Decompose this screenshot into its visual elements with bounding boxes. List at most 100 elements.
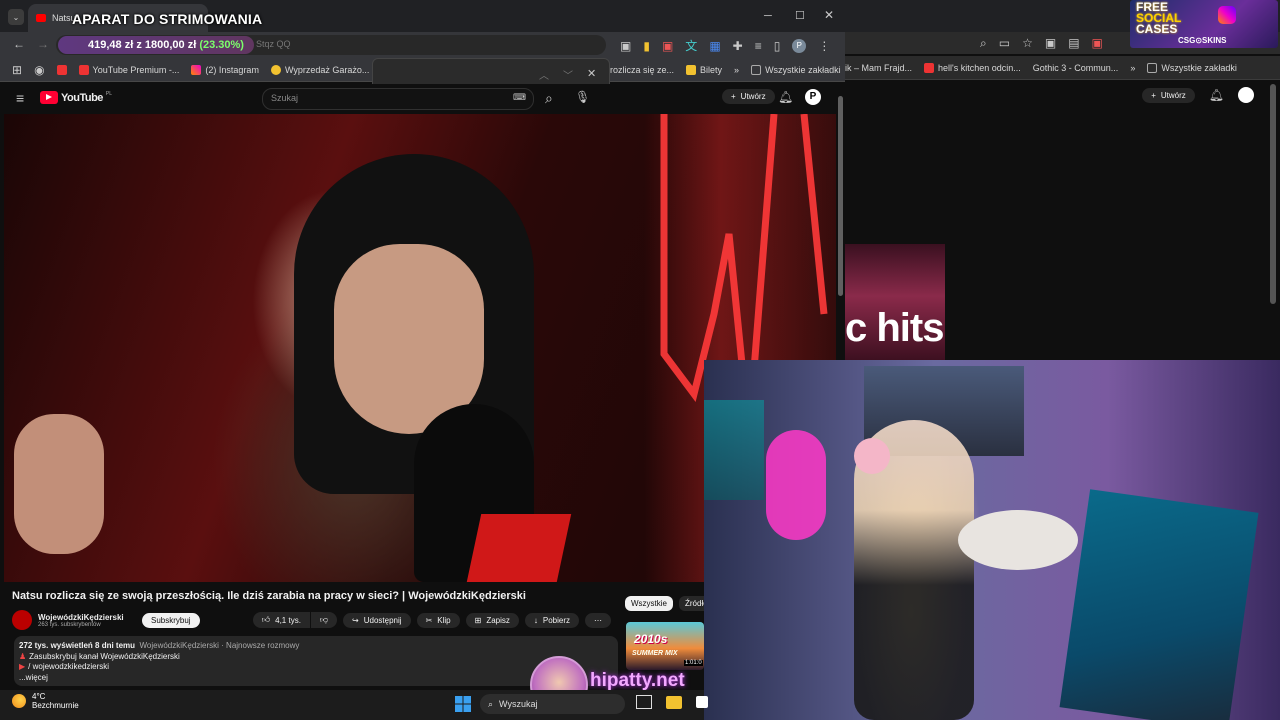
taskbar-search[interactable]: ⌕ Wyszukaj xyxy=(480,694,625,714)
channel-name[interactable]: WojewódzkiKędzierski xyxy=(38,613,132,622)
taskbar-apps xyxy=(636,695,708,709)
more-bookmarks-icon[interactable]: » xyxy=(734,65,739,75)
close-icon[interactable]: ✕ xyxy=(587,67,596,80)
thumbnail-text: 2010s xyxy=(634,632,668,646)
related-video-thumbnail[interactable]: 2010s SUMMER MIX 1:01:0 xyxy=(626,622,704,670)
close-icon[interactable]: ✕ xyxy=(824,8,834,22)
extension-icon[interactable]: ▣ xyxy=(1092,36,1103,50)
notifications-icon[interactable]: 🔔︎ xyxy=(1209,88,1224,102)
task-view-icon[interactable] xyxy=(636,695,652,709)
youtube-icon xyxy=(56,64,67,75)
maximize-icon[interactable]: ☐ xyxy=(795,9,805,22)
address-text[interactable]: Stqz QQ xyxy=(256,39,291,49)
thumbs-up-icon: 👍︎ xyxy=(261,615,271,624)
youtube-logo[interactable]: YouTube PL xyxy=(40,91,112,104)
pin-icon: ♟ xyxy=(19,652,27,661)
forward-icon[interactable]: → xyxy=(37,37,49,51)
taskbar-search-input[interactable]: Wyszukaj xyxy=(499,699,537,709)
bg-bookmarks-bar: ik – Mam Frajd... hell's kitchen odcin..… xyxy=(845,56,1280,80)
profile-avatar[interactable]: P xyxy=(792,38,807,53)
all-bookmarks[interactable]: Wszystkie zakładki xyxy=(1147,62,1237,73)
find-next-icon[interactable]: ﹀ xyxy=(563,67,573,82)
scrollbar[interactable] xyxy=(1270,84,1276,304)
bookmark-item[interactable]: Wyprzedaż Garażo... xyxy=(270,64,369,75)
store-icon[interactable] xyxy=(696,696,708,708)
logo-country: PL xyxy=(105,90,113,97)
keyboard-icon[interactable]: ⌨ xyxy=(513,92,526,103)
search-icon[interactable]: ⌕ xyxy=(545,90,553,107)
video-duration: 1:01:0 xyxy=(684,660,703,666)
playlist-icon[interactable]: ≡ xyxy=(755,39,762,53)
donation-goal: 1800,00 zł xyxy=(144,39,197,51)
bookmark-item[interactable]: YouTube Premium -... xyxy=(78,64,179,75)
apps-grid-icon[interactable]: ⊞ xyxy=(12,63,22,77)
notifications-icon[interactable]: 🔔︎ xyxy=(778,90,793,104)
zoom-icon[interactable]: ⌕ xyxy=(980,36,987,51)
banner-brand: CSG⊙SKINS xyxy=(1178,36,1227,45)
search-input[interactable]: Szukaj xyxy=(271,93,298,103)
cast-icon[interactable]: ▭ xyxy=(999,36,1010,50)
channel-avatar[interactable] xyxy=(12,610,32,630)
side-panel-icon[interactable]: ▯ xyxy=(774,39,781,53)
account-avatar[interactable] xyxy=(1238,87,1254,103)
share-icon: ↪ xyxy=(352,615,359,625)
like-button[interactable]: 👍︎ 4,1 tys. xyxy=(252,612,310,628)
bookmark-item[interactable]: hell's kitchen odcin... xyxy=(924,62,1021,73)
plus-icon: + xyxy=(1151,90,1156,100)
chip-all[interactable]: Wszystkie xyxy=(625,596,673,611)
file-explorer-icon[interactable] xyxy=(666,695,682,709)
temperature: 4°C xyxy=(32,692,46,701)
bookmark-item[interactable]: Bilety xyxy=(686,65,722,75)
bookmark-star-icon[interactable]: ☆ xyxy=(1022,36,1033,50)
youtube-search-box[interactable]: Szukaj ⌨ xyxy=(262,88,534,110)
extension-icon[interactable]: ▤ xyxy=(1068,36,1079,50)
minimize-icon[interactable]: ─ xyxy=(764,10,772,22)
more-actions-icon[interactable]: ⋯ xyxy=(585,612,611,628)
download-button[interactable]: ↓ Pobierz xyxy=(524,612,579,628)
windows-start-icon[interactable] xyxy=(455,696,471,712)
calendar-icon[interactable]: ▦ xyxy=(709,39,720,53)
translate-icon[interactable]: 文 xyxy=(685,37,697,54)
bookmark-item[interactable]: (2) Instagram xyxy=(191,64,259,75)
video-title: Natsu rozlicza się ze swoją przeszłością… xyxy=(12,590,526,602)
more-bookmarks-icon[interactable]: » xyxy=(1130,63,1135,73)
weather-moon-icon xyxy=(12,694,26,708)
streamer-handle: hipatty.net xyxy=(590,670,685,691)
clip-button[interactable]: ✂ Klip xyxy=(416,612,460,628)
overlay-title: APARAT DO STRIMOWANIA xyxy=(72,11,263,27)
ticket-icon xyxy=(686,65,697,75)
extension-icon[interactable]: ▣ xyxy=(662,39,673,53)
folder-icon xyxy=(1147,62,1158,73)
tab-search-icon[interactable]: ⌄ xyxy=(8,9,24,25)
dislike-button[interactable]: 👎︎ xyxy=(310,612,338,628)
shelf-lighting xyxy=(704,400,764,500)
youtube-play-icon xyxy=(40,91,58,104)
back-icon[interactable]: ← xyxy=(13,37,25,51)
extension-icon[interactable]: ▮ xyxy=(643,39,650,53)
bookmark-item[interactable]: rozlicza się ze... xyxy=(610,65,674,75)
share-button[interactable]: ↪ Udostępnij xyxy=(343,612,411,628)
subscribe-button[interactable]: Subskrybuj xyxy=(142,612,200,628)
create-button[interactable]: + Utwórz xyxy=(1142,87,1195,103)
show-more-link[interactable]: ...więcej xyxy=(19,673,48,682)
instagram-icon xyxy=(191,64,202,75)
bookmark-item[interactable]: Gothic 3 - Commun... xyxy=(1033,63,1119,73)
video-description[interactable]: 272 tys. wyświetleń 8 dni temu Wojewódzk… xyxy=(14,636,618,686)
bookmark-item[interactable]: ik – Mam Frajd... xyxy=(845,63,912,73)
extension-icon[interactable]: ▣ xyxy=(620,39,631,53)
find-previous-icon[interactable]: ︿ xyxy=(539,67,549,82)
menu-kebab-icon[interactable]: ⋮ xyxy=(818,39,830,53)
bookmark-item[interactable] xyxy=(56,64,67,75)
microphone-icon[interactable]: 🎙︎ xyxy=(575,90,590,104)
weather-widget[interactable]: 4°C Bezchmurnie xyxy=(12,692,79,710)
hamburger-menu-icon[interactable]: ≡ xyxy=(16,90,24,106)
bookmark-icon[interactable]: ◉ xyxy=(34,63,44,77)
extensions-puzzle-icon[interactable]: ✚ xyxy=(733,39,743,53)
related-chips: Wszystkie Źródło: xyxy=(625,596,716,611)
all-bookmarks[interactable]: Wszystkie zakładki xyxy=(751,65,841,75)
create-button[interactable]: + Utwórz xyxy=(722,89,775,104)
account-avatar[interactable]: P xyxy=(805,89,821,105)
save-button[interactable]: ⊞ Zapisz xyxy=(465,612,519,628)
scrollbar[interactable] xyxy=(838,96,843,296)
extension-icon[interactable]: ▣ xyxy=(1045,36,1056,50)
